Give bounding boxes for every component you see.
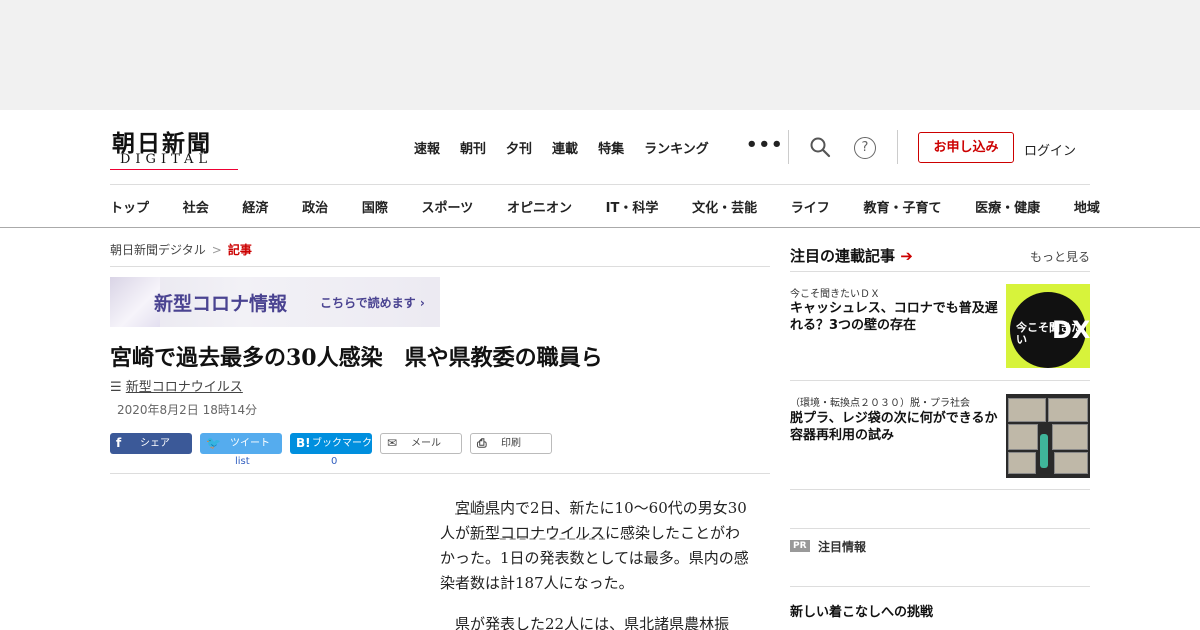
- thumbnail-bale: [1048, 398, 1088, 422]
- cat-it-science[interactable]: IT・科学: [606, 197, 659, 216]
- cat-international[interactable]: 国際: [362, 197, 388, 216]
- thumbnail-bale: [1008, 398, 1046, 422]
- top-nav: 速報 朝刊 夕刊 連載 特集 ランキング: [414, 138, 729, 157]
- sidebar-divider: [790, 528, 1090, 529]
- sidebar-divider: [790, 380, 1090, 381]
- sidebar-title-text: 注目の連載記事: [790, 247, 896, 265]
- divider: [788, 130, 789, 164]
- twitter-icon: 🐦: [206, 436, 221, 450]
- hatena-label: ブックマーク: [312, 438, 372, 449]
- sidebar-divider: [790, 271, 1090, 272]
- article-tag[interactable]: ☰ 新型コロナウイルス: [110, 376, 243, 395]
- sidebar-divider: [790, 489, 1090, 490]
- thumbnail-figure: [1040, 434, 1048, 468]
- sidebar-title[interactable]: 注目の連載記事 ➔: [790, 245, 913, 266]
- hatena-count[interactable]: 0: [331, 456, 337, 467]
- print-label: 印刷: [501, 438, 521, 449]
- divider: [897, 130, 898, 164]
- thumbnail-bale: [1008, 452, 1036, 474]
- logo-underline: [110, 169, 238, 170]
- print-icon: ⎙: [477, 436, 487, 450]
- sidebar-item-kicker[interactable]: 今こそ聞きたいＤＸ: [790, 285, 880, 300]
- top-ad-area: [0, 0, 1200, 110]
- print-button[interactable]: ⎙ 印刷: [470, 433, 552, 454]
- breadcrumb-home[interactable]: 朝日新聞デジタル: [110, 243, 206, 257]
- thumbnail-big-text: DX: [1052, 316, 1090, 344]
- thumbnail-bale: [1008, 424, 1038, 450]
- nav-choukan[interactable]: 朝刊: [460, 138, 486, 157]
- cat-region[interactable]: 地域: [1074, 197, 1100, 216]
- list-icon: ☰: [110, 380, 122, 395]
- banner-title: 新型コロナ情報: [154, 293, 288, 315]
- article-paragraph: 県が発表した22人には、県北諸県農林振: [455, 615, 730, 630]
- cat-society[interactable]: 社会: [183, 197, 209, 216]
- corona-info-banner[interactable]: 新型コロナ情報 こちらで読めます ›: [110, 277, 440, 327]
- sidebar-divider: [790, 586, 1090, 587]
- sidebar-bottom-title[interactable]: 新しい着こなしへの挑戦: [790, 601, 933, 620]
- keyword-link[interactable]: 宮崎県: [455, 499, 500, 517]
- facebook-share-label: シェア: [140, 438, 170, 449]
- breadcrumb-current: 記事: [227, 243, 252, 257]
- arrow-right-icon: ➔: [900, 247, 913, 265]
- pr-badge: PR: [790, 540, 810, 552]
- more-menu-icon[interactable]: •••: [746, 134, 784, 155]
- cat-education[interactable]: 教育・子育て: [863, 197, 941, 216]
- cat-health[interactable]: 医療・健康: [975, 197, 1040, 216]
- subscribe-button[interactable]: お申し込み: [918, 132, 1014, 163]
- nav-ranking[interactable]: ランキング: [644, 138, 709, 157]
- article-paragraph: 宮崎県内で2日、新たに10～60代の男女30人が新型コロナウイルスに感染したこと…: [440, 496, 755, 596]
- facebook-icon: f: [116, 436, 122, 450]
- logo-sub-text: DIGITAL: [120, 152, 213, 167]
- breadcrumb-separator: >: [211, 243, 222, 257]
- site-logo[interactable]: 朝日新聞 DIGITAL: [110, 124, 245, 170]
- nav-tokushu[interactable]: 特集: [598, 138, 624, 157]
- mail-share-button[interactable]: ✉ メール: [380, 433, 462, 454]
- share-divider: [110, 473, 770, 474]
- hatena-bookmark-button[interactable]: B! ブックマーク: [290, 433, 372, 454]
- login-link[interactable]: ログイン: [1024, 140, 1076, 159]
- twitter-count[interactable]: list: [235, 456, 250, 467]
- facebook-share-button[interactable]: f シェア: [110, 433, 192, 454]
- category-nav: トップ 社会 経済 政治 国際 スポーツ オピニオン IT・科学 文化・芸能 ラ…: [110, 197, 1100, 216]
- sidebar-item-thumbnail[interactable]: 今こそ聞きたい DX: [1006, 284, 1090, 368]
- sidebar-more-link[interactable]: もっと見る: [1030, 248, 1090, 265]
- article-body: 宮崎県内で2日、新たに10～60代の男女30人が新型コロナウイルスに感染したこと…: [440, 496, 755, 630]
- breadcrumb: 朝日新聞デジタル > 記事: [110, 241, 252, 258]
- twitter-share-button[interactable]: 🐦 ツイート: [200, 433, 282, 454]
- thumbnail-bale: [1052, 424, 1088, 450]
- hatena-icon: B!: [296, 436, 311, 450]
- sidebar-item-title[interactable]: キャッシュレス、コロナでも普及遅れる？3つの壁の存在: [790, 300, 1002, 334]
- banner-link: こちらで読めます ›: [320, 296, 425, 310]
- mail-icon: ✉: [387, 436, 398, 450]
- keyword-link[interactable]: 新型コロナウイルス: [470, 524, 605, 542]
- sidebar-item-title[interactable]: 脱プラ、レジ袋の次に何ができるか 容器再利用の試み: [790, 410, 1011, 444]
- tag-label: 新型コロナウイルス: [125, 380, 243, 395]
- twitter-share-label: ツイート: [230, 438, 270, 449]
- nav-rensai[interactable]: 連載: [552, 138, 578, 157]
- cat-life[interactable]: ライフ: [791, 197, 830, 216]
- pr-label: 注目情報: [818, 540, 867, 554]
- sidebar-item-thumbnail[interactable]: [1006, 394, 1090, 478]
- site-header: 朝日新聞 DIGITAL 速報 朝刊 夕刊 連載 特集 ランキング ••• ? …: [0, 110, 1200, 228]
- article-headline: 宮崎で過去最多の30人感染 県や県教委の職員ら: [110, 345, 603, 371]
- nav-yuukan[interactable]: 夕刊: [506, 138, 532, 157]
- breadcrumb-divider: [110, 266, 770, 267]
- mail-label: メール: [411, 438, 441, 449]
- banner-decoration: [110, 277, 160, 327]
- article-date: 2020年8月2日 18時14分: [117, 403, 258, 417]
- cat-opinion[interactable]: オピニオン: [507, 197, 572, 216]
- cat-sports[interactable]: スポーツ: [422, 197, 474, 216]
- cat-economy[interactable]: 経済: [242, 197, 268, 216]
- cat-politics[interactable]: 政治: [302, 197, 328, 216]
- cat-culture[interactable]: 文化・芸能: [692, 197, 757, 216]
- nav-sokuho[interactable]: 速報: [414, 138, 440, 157]
- sidebar-item-kicker[interactable]: （環境・転換点２０３０）脱・プラ社会: [790, 394, 970, 409]
- search-icon[interactable]: [809, 136, 831, 158]
- cat-top[interactable]: トップ: [110, 197, 149, 216]
- header-divider: [110, 184, 1090, 185]
- thumbnail-bale: [1054, 452, 1088, 474]
- help-icon[interactable]: ?: [854, 137, 876, 159]
